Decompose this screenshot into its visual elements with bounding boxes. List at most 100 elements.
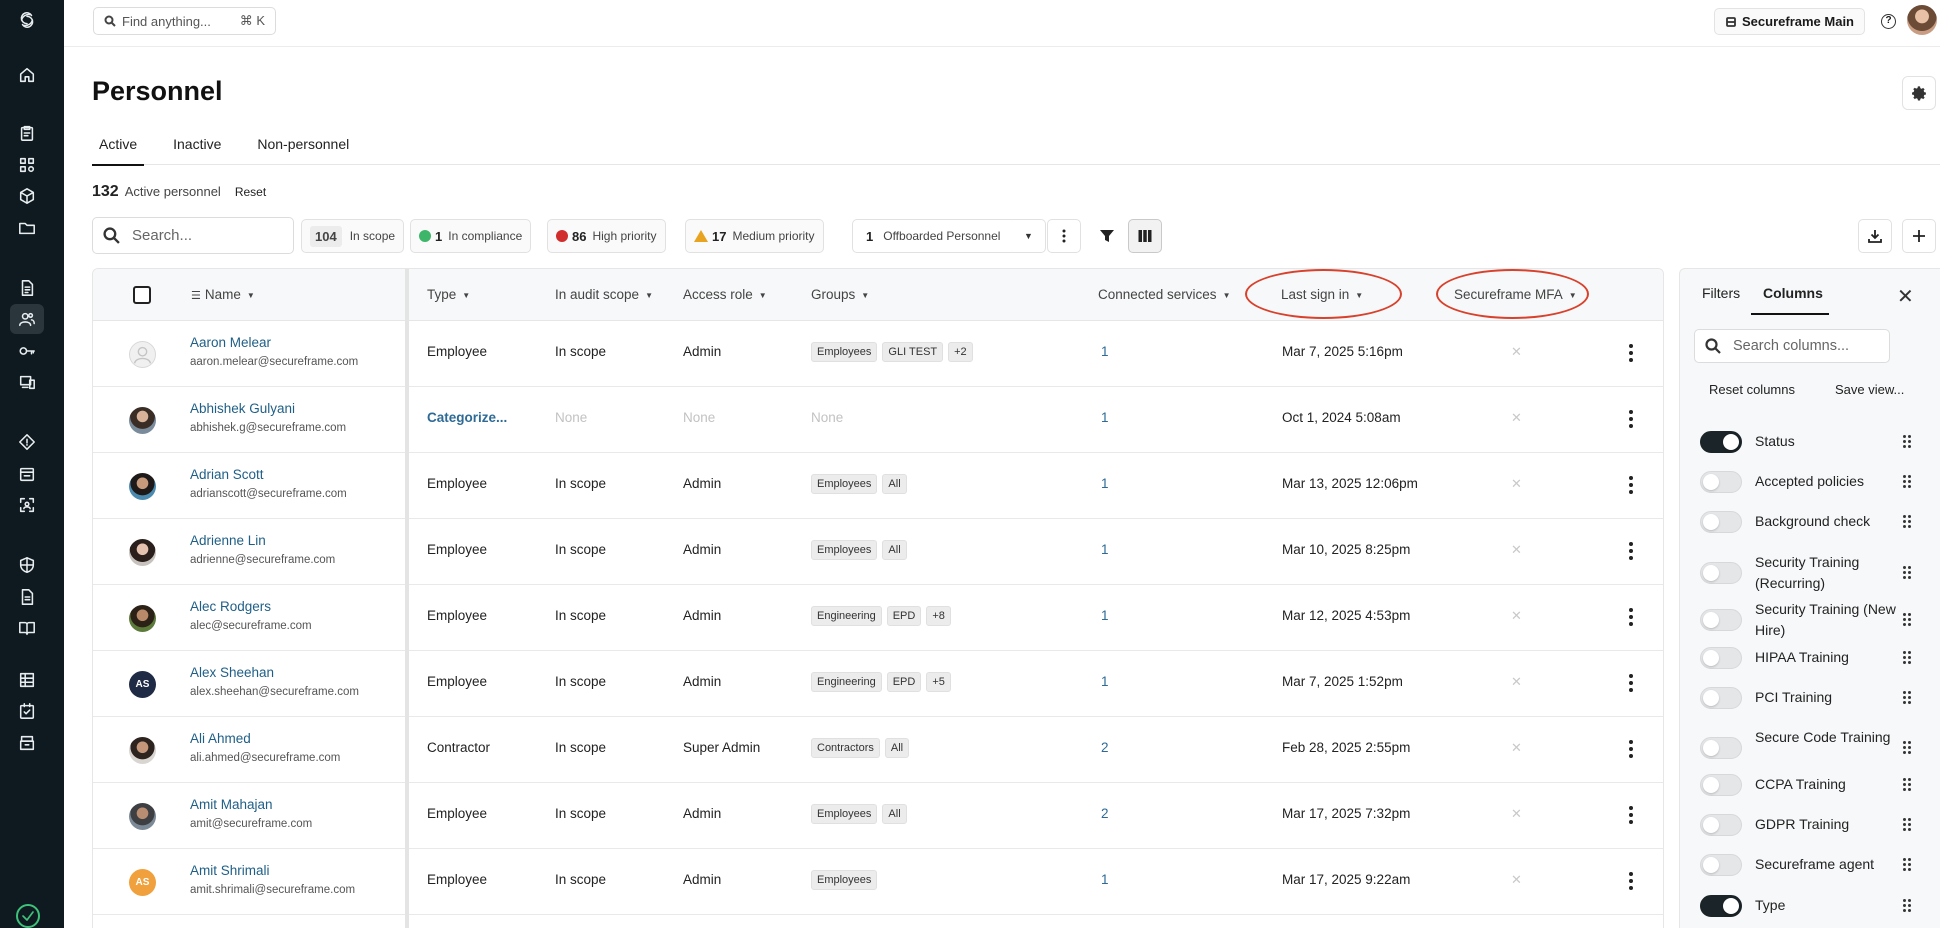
drag-handle-icon[interactable] xyxy=(1903,613,1911,627)
column-visibility-toggle[interactable] xyxy=(1700,471,1742,493)
column-header-type[interactable]: Type ▼ xyxy=(427,287,470,302)
archive-icon[interactable] xyxy=(18,734,36,752)
home-icon[interactable] xyxy=(18,66,36,84)
connected-services-link[interactable]: 1 xyxy=(1101,476,1109,491)
row-actions-icon[interactable] xyxy=(1629,476,1633,494)
group-tag[interactable]: EPD xyxy=(886,672,922,692)
drag-handle-icon[interactable] xyxy=(1903,818,1911,832)
group-tag[interactable]: Contractors xyxy=(811,738,880,758)
key-icon[interactable] xyxy=(18,342,36,360)
drag-handle-icon[interactable] xyxy=(1903,778,1911,792)
table-row[interactable]: AS Alex Sheehan alex.sheehan@secureframe.c… xyxy=(93,651,1663,717)
table-row[interactable]: Adrian Scott adrianscott@secureframe.com E… xyxy=(93,453,1663,519)
group-tag[interactable]: +2 xyxy=(948,342,973,362)
tab-filters[interactable]: Filters xyxy=(1702,285,1740,301)
drag-handle-icon[interactable] xyxy=(1903,691,1911,705)
environment-switcher-button[interactable]: Secureframe Main xyxy=(1714,8,1865,35)
table-icon[interactable] xyxy=(18,671,36,689)
drag-handle-icon[interactable] xyxy=(1903,741,1911,755)
store-icon[interactable] xyxy=(18,465,36,483)
row-actions-icon[interactable] xyxy=(1629,674,1633,692)
compliance-status-icon[interactable] xyxy=(16,904,40,928)
table-row[interactable]: AS Amit Shrimali amit.shrimali@secureframe… xyxy=(93,849,1663,915)
select-all-checkbox[interactable] xyxy=(133,286,151,304)
connected-services-link[interactable]: 1 xyxy=(1101,542,1109,557)
download-button[interactable] xyxy=(1858,219,1892,253)
person-name-link[interactable]: Adrian Scott xyxy=(190,467,264,482)
row-actions-icon[interactable] xyxy=(1629,344,1633,362)
drag-handle-icon[interactable] xyxy=(1903,899,1911,913)
filter-button[interactable] xyxy=(1090,219,1124,253)
table-row[interactable]: Abhishek Gulyani abhishek.g@secureframe.c… xyxy=(93,387,1663,453)
column-header-name[interactable]: ☰ Name ▼ xyxy=(191,287,255,302)
column-visibility-toggle[interactable] xyxy=(1700,854,1742,876)
group-tag[interactable]: +5 xyxy=(926,672,951,692)
column-visibility-toggle[interactable] xyxy=(1700,687,1742,709)
column-visibility-toggle[interactable] xyxy=(1700,511,1742,533)
more-options-button[interactable] xyxy=(1047,219,1081,253)
group-tag[interactable]: Employees xyxy=(811,474,878,494)
column-header-connected-services[interactable]: Connected services ▼ xyxy=(1098,287,1230,302)
group-tag[interactable]: +8 xyxy=(926,606,951,626)
column-visibility-toggle[interactable] xyxy=(1700,562,1742,584)
column-header-access-role[interactable]: Access role ▼ xyxy=(683,287,767,302)
group-tag[interactable]: EPD xyxy=(886,606,922,626)
book-icon[interactable] xyxy=(18,619,36,637)
group-tag[interactable]: Employees xyxy=(811,870,878,890)
scan-icon[interactable] xyxy=(18,496,36,514)
column-header-groups[interactable]: Groups ▼ xyxy=(811,287,869,302)
person-name-link[interactable]: Alex Sheehan xyxy=(190,665,274,680)
help-icon[interactable]: ? xyxy=(1881,14,1896,29)
row-actions-icon[interactable] xyxy=(1629,872,1633,890)
connected-services-link[interactable]: 2 xyxy=(1101,806,1109,821)
connected-services-link[interactable]: 2 xyxy=(1101,740,1109,755)
table-row[interactable]: Alec Rodgers alec@secureframe.com Employee… xyxy=(93,585,1663,651)
column-header-audit-scope[interactable]: In audit scope ▼ xyxy=(555,287,653,302)
column-visibility-toggle[interactable] xyxy=(1700,431,1742,453)
group-tag[interactable]: Employees xyxy=(811,540,878,560)
reset-button[interactable]: Reset xyxy=(235,185,266,199)
group-tag[interactable]: All xyxy=(882,804,907,824)
columns-toggle-button[interactable] xyxy=(1128,219,1162,253)
medium-priority-chip[interactable]: 17 Medium priority xyxy=(685,219,824,253)
row-actions-icon[interactable] xyxy=(1629,608,1633,626)
grid-icon[interactable] xyxy=(18,156,36,174)
connected-services-link[interactable]: 1 xyxy=(1101,872,1109,887)
row-actions-icon[interactable] xyxy=(1629,542,1633,560)
shield-icon[interactable] xyxy=(18,556,36,574)
tab-inactive[interactable]: Inactive xyxy=(166,132,228,165)
connected-services-link[interactable]: 1 xyxy=(1101,674,1109,689)
policy-icon[interactable] xyxy=(18,588,36,606)
row-actions-icon[interactable] xyxy=(1629,806,1633,824)
drag-handle-icon[interactable] xyxy=(1903,566,1911,580)
in-scope-chip[interactable]: 104 In scope xyxy=(301,219,405,253)
person-name-link[interactable]: Alec Rodgers xyxy=(190,599,271,614)
devices-icon[interactable] xyxy=(18,373,36,391)
group-tag[interactable]: GLI TEST xyxy=(882,342,944,362)
document-icon[interactable] xyxy=(18,279,36,297)
offboarded-personnel-button[interactable]: 1 Offboarded Personnel xyxy=(852,219,1016,253)
close-icon[interactable]: ✕ xyxy=(1897,284,1914,309)
high-priority-chip[interactable]: 86 High priority xyxy=(547,219,666,253)
person-name-link[interactable]: Amit Mahajan xyxy=(190,797,273,812)
row-actions-icon[interactable] xyxy=(1629,410,1633,428)
type-cell[interactable]: Categorize... xyxy=(427,410,507,425)
column-freeze-divider[interactable] xyxy=(405,269,409,928)
table-row[interactable]: Amit Mahajan amit@secureframe.com Employee… xyxy=(93,783,1663,849)
connected-services-link[interactable]: 1 xyxy=(1101,344,1109,359)
personnel-search-input[interactable]: Search... xyxy=(92,217,294,254)
column-visibility-toggle[interactable] xyxy=(1700,647,1742,669)
personnel-icon[interactable] xyxy=(18,310,36,328)
column-visibility-toggle[interactable] xyxy=(1700,609,1742,631)
group-tag[interactable]: All xyxy=(884,738,910,758)
save-view-button[interactable]: Save view... xyxy=(1835,382,1904,397)
tab-columns[interactable]: Columns xyxy=(1763,285,1823,301)
column-visibility-toggle[interactable] xyxy=(1700,737,1742,759)
person-name-link[interactable]: Abhishek Gulyani xyxy=(190,401,295,416)
connected-services-link[interactable]: 1 xyxy=(1101,410,1109,425)
checklist-icon[interactable] xyxy=(18,702,36,720)
add-personnel-button[interactable] xyxy=(1902,219,1936,253)
group-tag[interactable]: Employees xyxy=(811,342,878,362)
column-search-input[interactable]: Search columns... xyxy=(1694,329,1890,363)
in-compliance-chip[interactable]: 1 In compliance xyxy=(410,219,532,253)
